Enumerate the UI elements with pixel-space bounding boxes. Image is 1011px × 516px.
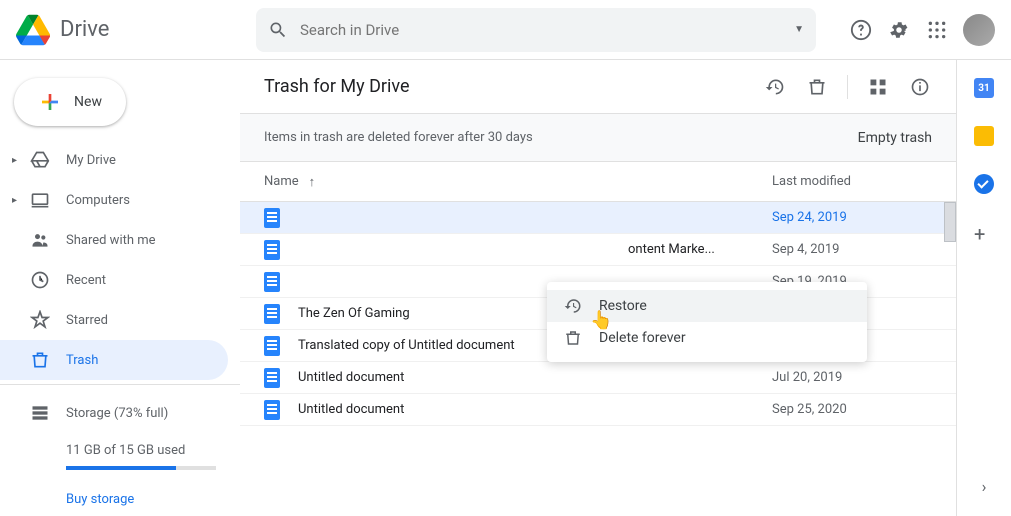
add-addon-icon[interactable]: + [974, 222, 994, 242]
starred-icon [28, 308, 52, 332]
context-delete-forever[interactable]: Delete forever [547, 322, 867, 354]
docs-file-icon [264, 336, 280, 356]
storage-bar [66, 466, 216, 470]
calendar-icon[interactable]: 31 [974, 78, 994, 98]
column-modified[interactable]: Last modified [772, 174, 932, 189]
sidebar-item-recent[interactable]: Recent [0, 260, 228, 300]
sidebar-item-trash[interactable]: Trash [0, 340, 228, 380]
sidebar-item-mydrive[interactable]: ▸ My Drive [0, 140, 228, 180]
plus-icon [38, 90, 62, 114]
settings-icon[interactable] [887, 18, 911, 42]
account-avatar[interactable] [963, 14, 995, 46]
info-icon[interactable] [908, 75, 932, 99]
docs-file-icon [264, 208, 280, 228]
trash-icon [563, 328, 583, 348]
sidebar-item-computers[interactable]: ▸ Computers [0, 180, 228, 220]
page-title: Trash for My Drive [264, 76, 410, 97]
computers-icon [28, 188, 52, 212]
collapse-panel-icon[interactable]: › [982, 477, 987, 496]
sidebar-item-label: My Drive [66, 153, 116, 168]
sidebar-item-shared[interactable]: Shared with me [0, 220, 228, 260]
storage-icon [28, 401, 52, 425]
docs-file-icon [264, 400, 280, 420]
sidebar-item-starred[interactable]: Starred [0, 300, 228, 340]
caret-icon: ▸ [12, 195, 24, 206]
file-date: Jul 20, 2019 [772, 370, 932, 385]
file-name: Untitled document [298, 370, 772, 385]
context-menu: Restore Delete forever [547, 282, 867, 362]
column-name[interactable]: Name ↑ [264, 174, 772, 190]
list-header: Name ↑ Last modified [240, 162, 956, 202]
docs-file-icon [264, 272, 280, 292]
search-input[interactable] [300, 21, 794, 39]
sidebar-item-label: Shared with me [66, 233, 156, 248]
scrollbar-thumb[interactable] [944, 202, 956, 242]
sort-arrow-up-icon: ↑ [309, 174, 316, 190]
storage-usage-text: 11 GB of 15 GB used [0, 443, 240, 458]
file-name: Untitled document [298, 402, 772, 417]
storage-bar-fill [66, 466, 176, 470]
header-actions [825, 14, 995, 46]
new-button[interactable]: New [14, 78, 126, 126]
sidebar-item-label: Computers [66, 193, 130, 208]
recent-icon [28, 268, 52, 292]
sidebar-item-label: Trash [66, 353, 98, 368]
file-date: Sep 24, 2019 [772, 210, 932, 225]
delete-icon[interactable] [805, 75, 829, 99]
mydrive-icon [28, 148, 52, 172]
apps-icon[interactable] [925, 18, 949, 42]
table-row[interactable]: Untitled document Sep 25, 2020 [240, 394, 956, 426]
storage-label: Storage (73% full) [66, 406, 168, 421]
sidebar-item-label: Recent [66, 273, 106, 288]
logo-text: Drive [60, 17, 109, 42]
logo-area[interactable]: Drive [16, 13, 256, 47]
context-restore[interactable]: Restore [547, 290, 867, 322]
restore-icon [563, 296, 583, 316]
table-row[interactable]: Sep 24, 2019 [240, 202, 956, 234]
search-options-dropdown[interactable]: ▼ [794, 24, 804, 35]
new-button-label: New [74, 94, 102, 110]
grid-view-icon[interactable] [866, 75, 890, 99]
main-content: Trash for My Drive Items in trash are de… [240, 60, 957, 516]
banner-text: Items in trash are deleted forever after… [264, 130, 533, 145]
file-date: Sep 4, 2019 [772, 242, 932, 257]
docs-file-icon [264, 368, 280, 388]
sidebar-item-storage[interactable]: Storage (73% full) [0, 393, 228, 433]
divider [0, 384, 240, 385]
buy-storage-link[interactable]: Buy storage [0, 492, 240, 507]
keep-icon[interactable] [974, 126, 994, 146]
shared-icon [28, 228, 52, 252]
help-icon[interactable] [849, 18, 873, 42]
tasks-icon[interactable] [974, 174, 994, 194]
context-restore-label: Restore [599, 298, 647, 314]
title-bar: Trash for My Drive [240, 60, 956, 114]
file-name: ontent Marke... [298, 242, 772, 257]
caret-icon: ▸ [12, 155, 24, 166]
docs-file-icon [264, 304, 280, 324]
sidebar-item-label: Starred [66, 313, 108, 328]
restore-all-icon[interactable] [763, 75, 787, 99]
context-delete-label: Delete forever [599, 330, 686, 346]
search-icon [268, 20, 288, 40]
table-row[interactable]: ontent Marke... Sep 4, 2019 [240, 234, 956, 266]
app-header: Drive ▼ [0, 0, 1011, 60]
sidebar: New ▸ My Drive ▸ Computers Shared with m… [0, 60, 240, 516]
trash-icon [28, 348, 52, 372]
side-panel: 31 + › [957, 60, 1011, 516]
docs-file-icon [264, 240, 280, 260]
search-bar[interactable]: ▼ [256, 8, 816, 52]
table-row[interactable]: Untitled document Jul 20, 2019 [240, 362, 956, 394]
file-date: Sep 25, 2020 [772, 402, 932, 417]
drive-logo-icon [16, 13, 50, 47]
empty-trash-button[interactable]: Empty trash [858, 130, 932, 146]
info-banner: Items in trash are deleted forever after… [240, 114, 956, 162]
